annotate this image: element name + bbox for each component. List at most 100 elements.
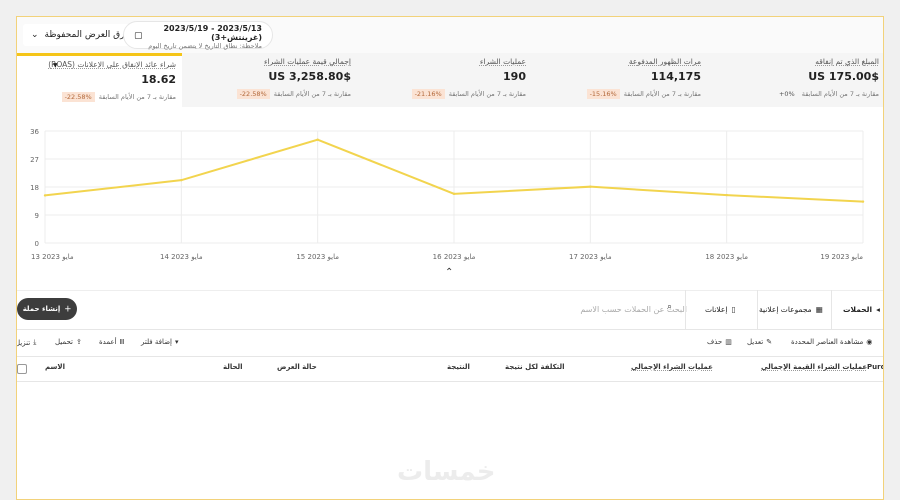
metric-label: المبلغ الذي تم إنفاقه (815, 57, 879, 66)
data-point (861, 200, 865, 203)
x-tick-label: 19 مايو 2023 (820, 253, 863, 261)
metric-compare: مقارنة بـ 7 من الأيام السابقة (448, 90, 526, 98)
metric-paid-impressions[interactable]: مرات الظهور المدفوعة 114,175 مقارنة بـ 7… (537, 53, 707, 107)
metric-badge: -21.16% (411, 89, 445, 99)
y-tick-label: 27 (30, 156, 39, 164)
metric-value: 190 (503, 70, 526, 83)
action-label: مشاهدة العناصر المحددة (791, 338, 864, 346)
x-tick-label: 14 مايو 2023 (160, 253, 203, 261)
metric-badge: +0% (778, 90, 795, 98)
y-tick-label: 9 (35, 212, 39, 220)
x-tick-label: 16 مايو 2023 (433, 253, 476, 261)
metric-value: $US 3,258.80 (268, 70, 351, 83)
metric-label: مرات الظهور المدفوعة (628, 57, 701, 66)
chart-area: 0 9 18 27 36 13 مايو 2023 14 مايو 2023 15 مايو … (17, 107, 883, 265)
watermark-logo: خمسات (397, 457, 496, 487)
data-point (316, 138, 319, 141)
download-icon: ⤓ (33, 338, 37, 346)
metric-compare: مقارنة بـ 7 من الأيام السابقة (273, 90, 351, 98)
view-selected-button[interactable]: ◉ مشاهدة العناصر المحددة (791, 338, 872, 346)
y-tick-label: 18 (30, 184, 39, 192)
action-label: حذف (707, 338, 723, 346)
plus-icon: ＋ (64, 305, 72, 313)
metric-purchases[interactable]: عمليات الشراء 190 مقارنة بـ 7 من الأيام … (362, 53, 532, 107)
calendar-icon: ▢ (134, 31, 143, 41)
tab-divider (831, 290, 832, 330)
tab-campaigns[interactable]: ◂ الحملات (843, 299, 880, 319)
x-tick-label: 15 مايو 2023 (296, 253, 339, 261)
pencil-icon: ✎ (766, 338, 773, 346)
chevron-up-icon[interactable]: ⌃ (445, 267, 453, 278)
metric-compare: مقارنة بـ 7 من الأيام السابقة (98, 93, 176, 101)
tab-label: مجموعات إعلانية (759, 304, 812, 314)
header-purchase-value-total[interactable]: عمليات الشراء القيمة الإجمالي (761, 363, 867, 371)
tab-label: الحملات (843, 304, 873, 314)
action-label: تنزيل (16, 338, 31, 347)
columns-icon: Ⅲ (119, 338, 125, 346)
y-tick-label: 0 (35, 240, 39, 248)
columns-button[interactable]: Ⅲ أعمدة (99, 338, 124, 346)
delete-button[interactable]: ▥ حذف (707, 338, 732, 346)
action-label: تحميل (55, 338, 73, 346)
metric-roas[interactable]: ▼ شراء عائد الإنفاق على الإعلانات (ROAS)… (17, 53, 182, 107)
create-campaign-button[interactable]: ＋ إنشاء حملة (17, 298, 77, 320)
metrics-bar: المبلغ الذي تم إنفاقه $US 175.00 مقارنة … (17, 53, 883, 107)
filter-icon: ▾ (174, 338, 179, 346)
header-result[interactable]: النتيجة (447, 363, 470, 371)
create-campaign-label: إنشاء حملة (22, 305, 61, 313)
header-cost-per-result[interactable]: التكلفة لكل نتيجة (505, 363, 565, 371)
metric-badge: -22.58% (61, 92, 95, 102)
header-delivery[interactable]: حالة العرض (277, 363, 317, 371)
tab-row (17, 290, 883, 330)
trash-icon: ▥ (725, 338, 732, 346)
search-input[interactable]: البحث عن الحملات حسب الاسم ⌕ (507, 299, 687, 319)
grid-icon: ▦ (815, 304, 823, 314)
date-range-text: 2023/5/13 - 2023/5/19 (غرينتش+3) (163, 24, 262, 42)
metric-value: 18.62 (141, 73, 176, 86)
action-label: إضافة فلتر (141, 338, 172, 346)
search-icon: ⌕ (667, 302, 673, 312)
line-chart: 0 9 18 27 36 13 مايو 2023 14 مايو 2023 15 مايو … (30, 128, 865, 261)
tab-divider (757, 290, 758, 330)
action-row: ◉ مشاهدة العناصر المحددة ✎ تعديل ▥ حذف ▾… (17, 330, 883, 356)
add-filter-button[interactable]: ▾ إضافة فلتر (141, 338, 179, 346)
metric-compare: مقارنة بـ 7 من الأيام السابقة (623, 90, 701, 98)
tab-label: إعلانات (705, 304, 728, 314)
date-range-note: ملاحظة: نطاق التاريخ لا يتضمن تاريخ اليو… (148, 42, 262, 50)
date-range-picker[interactable]: 2023/5/13 - 2023/5/19 (غرينتش+3) ملاحظة:… (123, 21, 273, 50)
edit-button[interactable]: ✎ تعديل (747, 338, 772, 346)
header-status[interactable]: الحالة (223, 363, 243, 371)
metric-label: إجمالي قيمة عمليات الشراء (264, 57, 351, 66)
metric-purchase-value[interactable]: إجمالي قيمة عمليات الشراء $US 3,258.80 م… (187, 53, 357, 107)
eye-icon: ◉ (866, 338, 873, 346)
header-name[interactable]: الاسم (45, 363, 65, 371)
download-button[interactable]: ⤓ تنزيل (16, 338, 37, 347)
select-all-checkbox[interactable] (17, 364, 27, 374)
metric-value: 114,175 (650, 70, 701, 83)
x-tick-label: 13 مايو 2023 (31, 253, 74, 261)
phone-icon: ▯ (731, 304, 736, 314)
metric-label: عمليات الشراء (479, 57, 526, 66)
data-point (43, 194, 47, 197)
y-tick-label: 36 (30, 128, 39, 136)
data-point (725, 193, 728, 197)
tab-divider (685, 290, 686, 330)
saved-views-label: طرق العرض المحفوظة (44, 30, 133, 40)
upload-icon: ⇪ (75, 338, 82, 346)
data-point (452, 192, 456, 196)
metric-compare: مقارنة بـ 7 من الأيام السابقة (801, 90, 879, 98)
header-purch[interactable]: Purch (867, 363, 883, 371)
metric-value: $US 175.00 (808, 70, 879, 83)
header-purchases-total[interactable]: عمليات الشراء الإجمالي (631, 363, 713, 371)
table-header: الاسم الحالة حالة العرض النتيجة التكلفة … (17, 356, 883, 382)
tab-ads[interactable]: ▯ إعلانات (705, 299, 736, 319)
metric-badge: -22.58% (236, 89, 270, 99)
x-tick-label: 18 مايو 2023 (705, 253, 748, 261)
chevron-down-icon: ▼ (53, 62, 58, 69)
tab-ad-sets[interactable]: ▦ مجموعات إعلانية (759, 299, 823, 319)
chevron-down-icon: ⌄ (31, 30, 39, 40)
upload-button[interactable]: ⇪ تحميل (55, 338, 82, 346)
metric-label: شراء عائد الإنفاق على الإعلانات (ROAS) (48, 60, 176, 69)
metric-amount-spent[interactable]: المبلغ الذي تم إنفاقه $US 175.00 مقارنة … (717, 53, 883, 107)
top-bar: طرق العرض المحفوظة ⌄ 2023/5/13 - 2023/5/… (17, 17, 883, 53)
